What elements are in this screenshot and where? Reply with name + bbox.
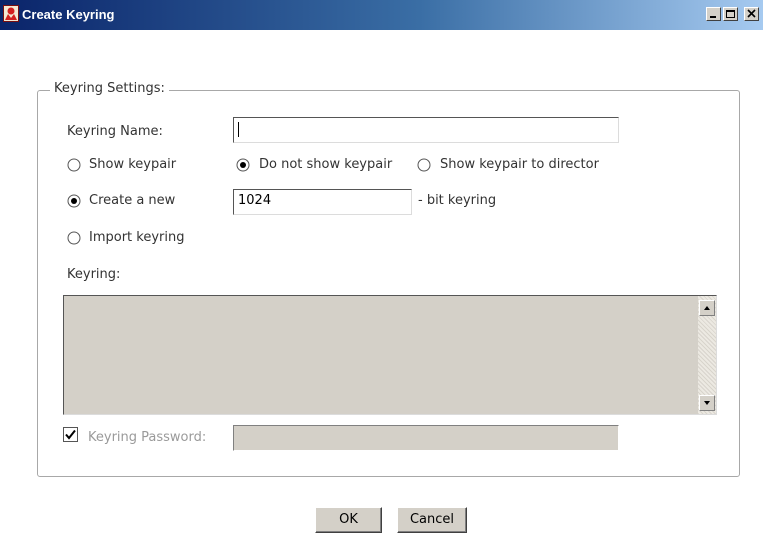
show-keypair-label: Show keypair: [89, 157, 177, 172]
close-icon: [747, 9, 756, 18]
radio-selected-dot: [71, 198, 77, 204]
do-not-show-keypair-radio[interactable]: [236, 158, 250, 172]
maximize-icon: [726, 10, 735, 18]
show-keypair-radio[interactable]: [67, 158, 81, 172]
keyring-label: Keyring:: [67, 267, 121, 282]
window-title: Create Keyring: [22, 7, 115, 22]
import-keyring-label: Import keyring: [89, 230, 185, 245]
do-not-show-keypair-label: Do not show keypair: [259, 157, 393, 172]
ok-button[interactable]: OK: [315, 507, 382, 533]
keyring-settings-group: [37, 90, 740, 477]
text-caret: [238, 122, 239, 137]
scroll-down-button[interactable]: [699, 395, 715, 411]
keyring-password-label: Keyring Password:: [88, 430, 207, 445]
minimize-icon: [710, 16, 716, 18]
keyring-app-icon: [3, 5, 19, 22]
keyring-password-input[interactable]: [233, 425, 619, 451]
cancel-button[interactable]: Cancel: [397, 507, 467, 533]
bits-input[interactable]: 1024: [233, 189, 412, 215]
create-new-radio[interactable]: [67, 194, 81, 208]
keyring-name-label: Keyring Name:: [67, 124, 163, 139]
keyring-name-input[interactable]: [233, 117, 619, 143]
import-keyring-radio[interactable]: [67, 231, 81, 245]
show-keypair-director-label: Show keypair to director: [440, 157, 599, 172]
group-legend: Keyring Settings:: [50, 81, 169, 96]
minimize-button[interactable]: [706, 7, 721, 21]
show-keypair-director-radio[interactable]: [417, 158, 431, 172]
maximize-button[interactable]: [723, 7, 738, 21]
title-bar[interactable]: Create Keyring: [0, 0, 763, 30]
scroll-up-button[interactable]: [699, 300, 715, 316]
arrow-up-icon: [704, 306, 710, 310]
vertical-scrollbar[interactable]: [698, 296, 716, 414]
close-button[interactable]: [744, 7, 759, 21]
radio-selected-dot: [240, 162, 246, 168]
bit-keyring-suffix: - bit keyring: [418, 193, 497, 208]
keyring-textarea[interactable]: [63, 295, 717, 415]
keyring-password-checkbox[interactable]: [63, 427, 78, 442]
create-new-label: Create a new: [89, 193, 176, 208]
arrow-down-icon: [704, 401, 710, 405]
